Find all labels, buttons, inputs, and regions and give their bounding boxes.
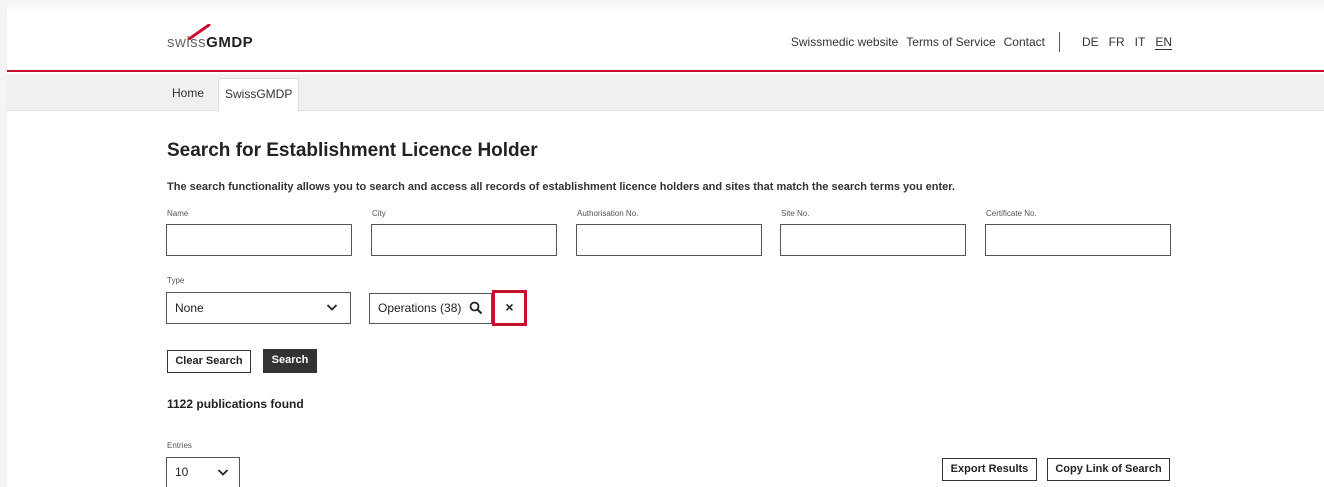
authorisation-label: Authorisation No. — [577, 209, 639, 218]
copy-link-button[interactable]: Copy Link of Search — [1047, 458, 1170, 481]
export-results-button[interactable]: Export Results — [942, 458, 1037, 481]
close-icon: × — [505, 299, 514, 315]
clear-search-button[interactable]: Clear Search — [167, 350, 251, 373]
operations-filter-button[interactable]: Operations (38) — [369, 293, 492, 324]
site-label: Site No. — [781, 209, 810, 218]
lang-de-link[interactable]: DE — [1082, 35, 1099, 49]
operations-label: Operations (38) — [378, 301, 462, 315]
search-icon — [469, 301, 483, 315]
city-label: City — [372, 209, 386, 218]
lang-en-link[interactable]: EN — [1155, 35, 1172, 50]
name-label: Name — [167, 209, 189, 218]
header-divider — [1058, 32, 1060, 52]
logo-text: swissGMDP — [167, 34, 253, 51]
search-button[interactable]: Search — [263, 349, 317, 373]
logo-text-light: swiss — [167, 34, 207, 51]
type-select[interactable]: None — [166, 292, 351, 324]
header-links: Swissmedic website Terms of Service Cont… — [783, 32, 1172, 52]
lang-fr-link[interactable]: FR — [1109, 35, 1125, 49]
nav-home-link[interactable]: Home — [166, 78, 210, 111]
entries-select-value: 10 — [175, 465, 189, 479]
authorisation-input[interactable] — [576, 224, 762, 256]
page-title: Search for Establishment Licence Holder — [167, 140, 538, 161]
certificate-input[interactable] — [985, 224, 1171, 256]
chevron-down-icon — [217, 469, 229, 476]
swissmedic-website-link[interactable]: Swissmedic website — [791, 35, 898, 49]
site-header: swissGMDP Swissmedic website Terms of Se… — [7, 12, 1324, 72]
city-input[interactable] — [371, 224, 557, 256]
page-description: The search functionality allows you to s… — [167, 181, 955, 193]
terms-of-service-link[interactable]: Terms of Service — [906, 35, 995, 49]
certificate-label: Certificate No. — [986, 209, 1037, 218]
chevron-down-icon — [326, 304, 338, 311]
entries-select[interactable]: 10 — [166, 457, 240, 487]
entries-label: Entries — [167, 441, 192, 450]
name-input[interactable] — [166, 224, 352, 256]
page-top-shadow — [0, 0, 1324, 12]
logo-text-bold: GMDP — [206, 34, 254, 51]
breadcrumb-nav: Home SwissGMDP — [7, 74, 1324, 111]
nav-swissgmdp-tab[interactable]: SwissGMDP — [218, 78, 300, 111]
type-label: Type — [167, 276, 185, 285]
page-left-edge — [0, 0, 7, 487]
contact-link[interactable]: Contact — [1004, 35, 1045, 49]
site-input[interactable] — [780, 224, 966, 256]
lang-it-link[interactable]: IT — [1135, 35, 1146, 49]
type-select-value: None — [175, 301, 204, 315]
clear-operations-button[interactable]: × — [492, 290, 527, 326]
results-count: 1122 publications found — [167, 397, 304, 411]
